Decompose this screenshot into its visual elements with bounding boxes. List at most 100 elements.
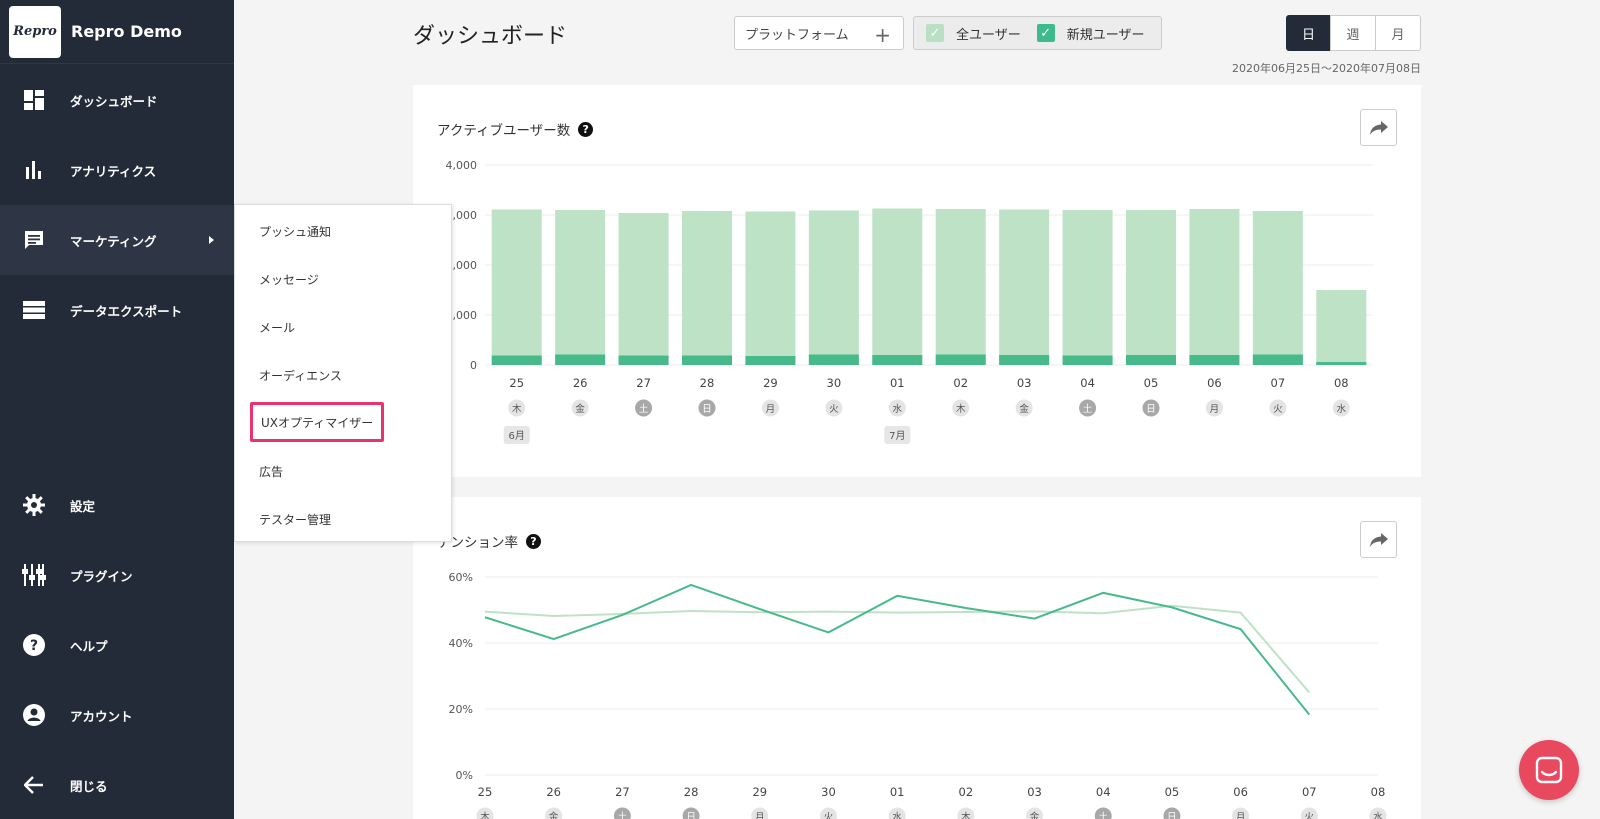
weekday-label: 土 (1098, 811, 1108, 819)
x-tick-label: 04 (1080, 376, 1095, 390)
submenu-item-tester[interactable]: テスター管理 (235, 499, 451, 539)
period-week-button[interactable]: 週 (1330, 15, 1376, 51)
retention-card: テンション率 ? 0% 20% 40% 60% 25 木 26 金 27 土 28 日 29 月 30 火 01… (413, 497, 1421, 819)
y-tick-label: 0 (470, 359, 477, 372)
y-tick-label: 0% (456, 769, 473, 782)
active-users-card: アクティブユーザー数 ? 0 1,000 2,000 3,000 4,000 25 木 26 金… (413, 85, 1421, 477)
plugin-icon (22, 563, 46, 587)
sidebar-item-settings[interactable]: 設定 (0, 470, 234, 540)
weekday-label: 水 (1337, 403, 1347, 415)
y-tick-label: 60% (449, 571, 473, 584)
x-tick-label: 25 (509, 376, 524, 390)
bar-all-users (1252, 211, 1303, 365)
x-tick-label: 02 (959, 785, 974, 799)
active-users-chart: 01,0002,0003,0004,00025木26金27土28日29月30火0… (446, 159, 1373, 444)
chat-bubble-icon (1535, 756, 1563, 784)
weekday-label: 金 (1019, 403, 1029, 415)
sidebar-item-close[interactable]: 閉じる (0, 750, 234, 819)
storage-icon (22, 298, 46, 322)
x-tick-label: 26 (573, 376, 588, 390)
weekday-label: 水 (892, 811, 902, 819)
x-tick-label: 01 (890, 785, 905, 799)
month-label: 6月 (509, 430, 525, 442)
bar-new-users (872, 355, 923, 365)
x-tick-label: 06 (1207, 376, 1222, 390)
bar-all-users (808, 210, 859, 365)
app-name: Repro Demo (71, 22, 182, 41)
gear-icon (22, 493, 46, 517)
weekday-label: 日 (1167, 812, 1177, 819)
sidebar-item-data-export[interactable]: データエクスポート (0, 275, 234, 345)
filter-label-new-users: 新規ユーザー (1066, 27, 1145, 43)
submenu-item-ads[interactable]: 広告 (235, 451, 451, 491)
x-tick-label: 28 (684, 785, 699, 799)
bar-all-users (682, 211, 732, 365)
bar-all-users (1316, 290, 1367, 365)
weekday-label: 火 (1273, 404, 1283, 415)
bar-new-users (1189, 355, 1240, 365)
bar-chart-icon (22, 158, 46, 182)
sidebar-item-analytics[interactable]: アナリティクス (0, 135, 234, 205)
brand[interactable]: Repro Repro Demo (0, 0, 234, 64)
x-tick-label: 01 (890, 376, 905, 390)
x-tick-label: 05 (1165, 785, 1180, 799)
x-tick-label: 08 (1334, 376, 1349, 390)
bar-new-users (999, 355, 1050, 365)
period-day-button[interactable]: 日 (1286, 15, 1331, 51)
marketing-submenu: プッシュ通知 メッセージ メール オーディエンス UXオプティマイザー 広告 テ… (234, 204, 452, 542)
sidebar-item-label: アナリティクス (70, 163, 157, 179)
weekday-label: 木 (956, 403, 966, 415)
x-tick-label: 29 (763, 376, 778, 390)
submenu-item-audience[interactable]: オーディエンス (235, 355, 451, 395)
sidebar-item-help[interactable]: ? ヘルプ (0, 610, 234, 680)
weekday-label: 月 (755, 812, 765, 819)
weekday-label: 水 (893, 403, 903, 415)
user-filter: ✓ 全ユーザー ✓ 新規ユーザー (913, 16, 1162, 50)
sidebar-item-label: データエクスポート (70, 303, 183, 319)
submenu-item-message[interactable]: メッセージ (235, 259, 451, 299)
sidebar-item-label: ダッシュボード (70, 93, 158, 109)
plus-icon: + (874, 23, 891, 47)
period-month-button[interactable]: 月 (1375, 15, 1421, 51)
bar-all-users (555, 210, 606, 365)
submenu-item-mail[interactable]: メール (235, 307, 451, 347)
weekday-label: 木 (961, 811, 971, 819)
sidebar-item-plugins[interactable]: プラグイン (0, 540, 234, 610)
weekday-label: 土 (618, 811, 628, 819)
bar-new-users (808, 354, 859, 365)
x-tick-label: 04 (1096, 785, 1111, 799)
weekday-label: 水 (1373, 811, 1383, 819)
sidebar-item-dashboard[interactable]: ダッシュボード (0, 65, 234, 135)
bar-all-users (1189, 209, 1240, 365)
weekday-label: 火 (1305, 812, 1315, 819)
sidebar-item-account[interactable]: アカウント (0, 680, 234, 750)
checkbox-all-users[interactable]: ✓ (926, 24, 944, 42)
chat-launcher-button[interactable] (1519, 740, 1579, 800)
weekday-label: 月 (1210, 404, 1220, 415)
chat-icon (22, 228, 46, 252)
y-tick-label: 20% (449, 703, 473, 716)
x-tick-label: 30 (821, 785, 836, 799)
weekday-label: 金 (549, 811, 559, 819)
weekday-label: 日 (1146, 404, 1156, 415)
submenu-item-ux-optimizer[interactable]: UXオプティマイザー (250, 402, 384, 442)
dashboard-icon (22, 88, 46, 112)
page-title: ダッシュボード (413, 24, 568, 49)
bar-new-users (491, 355, 542, 365)
submenu-item-push[interactable]: プッシュ通知 (235, 211, 451, 251)
y-tick-label: 4,000 (446, 159, 478, 172)
sidebar-item-label: プラグイン (70, 568, 133, 584)
checkbox-new-users[interactable]: ✓ (1036, 24, 1055, 42)
x-tick-label: 27 (636, 376, 651, 390)
x-tick-label: 07 (1302, 785, 1317, 799)
weekday-label: 金 (1030, 811, 1040, 819)
x-tick-label: 29 (752, 785, 767, 799)
sidebar-item-marketing[interactable]: マーケティング (0, 205, 234, 275)
filter-label-all-users: 全ユーザー (956, 27, 1021, 43)
weekday-label: 土 (1083, 403, 1093, 415)
platform-button[interactable]: プラットフォーム + (734, 16, 904, 50)
retention-chart: 0% 20% 40% 60% 25 木 26 金 27 土 28 日 29 月 30 火 01 水 02 木 03 金 04… (449, 571, 1387, 819)
weekday-label: 火 (824, 812, 834, 819)
x-tick-label: 27 (615, 785, 630, 799)
svg-text:?: ? (30, 638, 38, 654)
